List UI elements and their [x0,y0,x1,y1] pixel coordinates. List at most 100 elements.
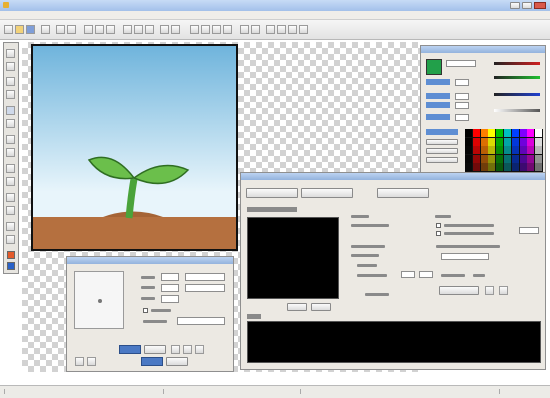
animation-top-button[interactable] [377,188,429,198]
output-value-field[interactable] [519,227,539,234]
red-slider[interactable] [494,62,540,65]
drawing-canvas[interactable] [31,44,238,251]
save-icon[interactable] [26,25,35,34]
palette-swatch[interactable] [511,137,519,146]
brush-tool-icon[interactable] [6,62,15,71]
shape-tool-icon[interactable] [6,193,15,202]
pencil-tool-icon[interactable] [6,49,15,58]
palette-swatch[interactable] [472,137,480,146]
palette-swatch[interactable] [527,146,535,155]
palette-swatch[interactable] [472,146,480,155]
palette-swatch[interactable] [504,137,511,146]
output-arrow-icon[interactable] [499,286,508,295]
palette-swatch[interactable] [488,154,496,163]
layer-height-field[interactable] [185,284,225,292]
palette-swatch[interactable] [472,154,480,163]
layer-apply-button[interactable] [119,345,141,354]
stop-icon[interactable] [223,25,232,34]
layer-y-field[interactable] [161,284,179,292]
play-icon[interactable] [212,25,221,34]
zoom-in-icon[interactable] [123,25,132,34]
blue-slider[interactable] [494,93,540,96]
green-slider[interactable] [494,76,540,79]
alpha-slider[interactable] [494,109,540,112]
palette-swatch[interactable] [535,137,543,146]
layer-cancel-button[interactable] [166,357,188,366]
palette-swatch[interactable] [480,154,488,163]
layer-nav-icon[interactable] [87,357,96,366]
hex-value-field[interactable] [446,60,476,67]
close-button[interactable] [534,2,546,9]
palette-swatch[interactable] [504,146,511,155]
color-value-field[interactable] [455,102,469,109]
palette-swatch[interactable] [480,137,488,146]
frame-count-field[interactable] [401,271,415,278]
fit-view-icon[interactable] [145,25,154,34]
layer-opacity-field[interactable] [161,295,179,303]
palette-swatch[interactable] [511,154,519,163]
output-option-checkbox[interactable] [436,231,441,236]
palette-swatch[interactable] [488,129,496,137]
move-tool-icon[interactable] [6,135,15,144]
palette-swatch[interactable] [480,129,488,137]
settings-icon[interactable] [251,25,260,34]
palette-swatch[interactable] [465,154,472,163]
eyedropper-tool-icon[interactable] [6,164,15,173]
color-value-field[interactable] [455,114,469,121]
preview-stop-button[interactable] [311,303,331,311]
palette-swatch[interactable] [504,154,511,163]
palette-swatch[interactable] [527,129,535,137]
copy-icon[interactable] [95,25,104,34]
palette-swatch[interactable] [472,163,480,172]
palette-swatch[interactable] [519,146,527,155]
undo-icon[interactable] [56,25,65,34]
palette-swatch[interactable] [519,154,527,163]
palette-swatch[interactable] [511,129,519,137]
color-palette-grid[interactable] [465,129,543,173]
minimize-button[interactable] [510,2,520,9]
output-option-checkbox[interactable] [436,223,441,228]
layer-ok-button[interactable] [141,357,163,366]
color-value-field[interactable] [455,93,469,100]
frame-next-icon[interactable] [201,25,210,34]
select-tool-icon[interactable] [6,106,15,115]
lasso-tool-icon[interactable] [6,119,15,128]
current-color-swatch[interactable] [426,59,442,75]
cut-icon[interactable] [84,25,93,34]
frame-prev-icon[interactable] [190,25,199,34]
layer-icon[interactable] [171,25,180,34]
paste-icon[interactable] [106,25,115,34]
zoom-tool-icon[interactable] [6,235,15,244]
grid-icon[interactable] [160,25,169,34]
palette-swatch[interactable] [535,154,543,163]
palette-swatch[interactable] [511,163,519,172]
blend-mode-select[interactable] [177,317,225,325]
palette-swatch[interactable] [504,163,511,172]
palette-swatch[interactable] [496,129,504,137]
palette-swatch[interactable] [488,146,496,155]
onion-skin-icon[interactable] [240,25,249,34]
lock-aspect-checkbox[interactable] [143,308,148,313]
fill-tool-icon[interactable] [6,148,15,157]
palette-swatch[interactable] [496,137,504,146]
text-tool-icon[interactable] [6,177,15,186]
palette-swatch[interactable] [519,129,527,137]
layer-option-icon[interactable] [183,345,192,354]
palette-swatch[interactable] [535,129,543,137]
palette-swatch[interactable] [480,163,488,172]
palette-swatch[interactable] [488,163,496,172]
frame-count-field[interactable] [419,271,433,278]
hand-tool-icon[interactable] [6,222,15,231]
panel-toggle-icon[interactable] [266,25,275,34]
output-arrow-icon[interactable] [485,286,494,295]
palette-swatch[interactable] [519,137,527,146]
palette-button[interactable] [426,148,458,154]
palette-swatch[interactable] [496,146,504,155]
output-start-button[interactable] [439,286,479,295]
palette-swatch[interactable] [465,129,472,137]
palette-swatch[interactable] [535,163,543,172]
palette-swatch[interactable] [527,154,535,163]
palette-swatch[interactable] [472,129,480,137]
color-swatch-icon[interactable] [7,251,15,259]
palette-swatch[interactable] [527,137,535,146]
